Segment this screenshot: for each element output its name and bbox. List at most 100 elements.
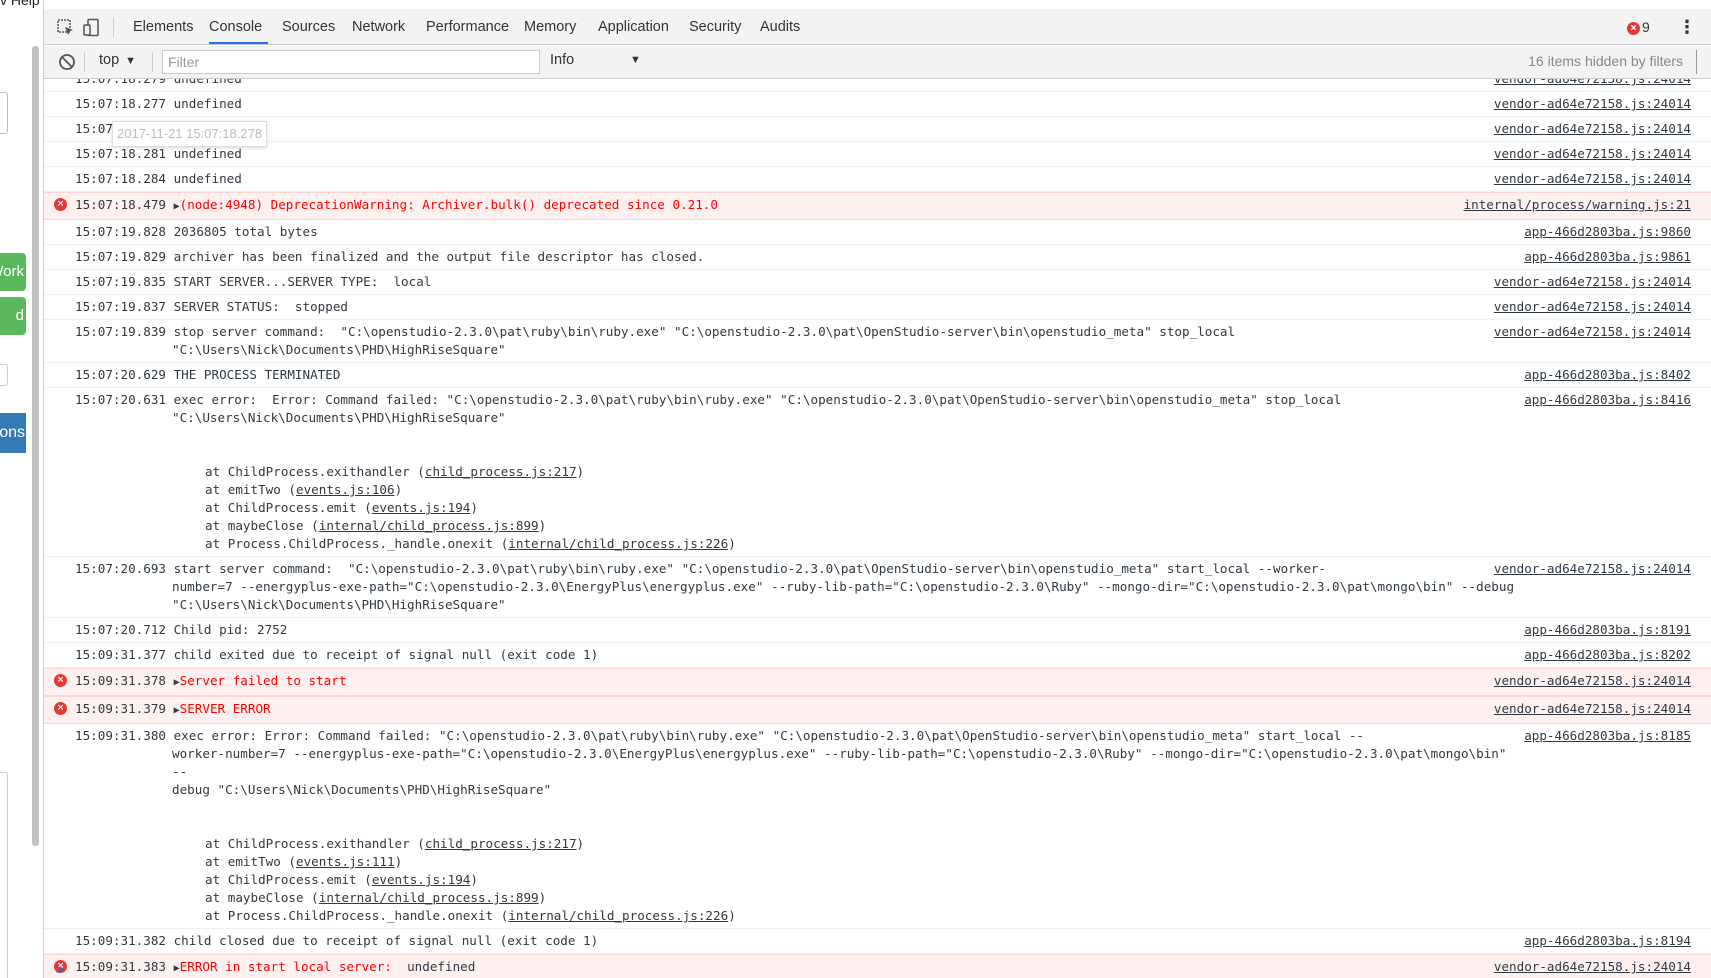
app-scrollbar[interactable] xyxy=(32,46,39,846)
stack-frame-text: at ChildProcess.emit ( xyxy=(205,872,372,887)
filter-input[interactable] xyxy=(162,50,540,74)
stack-frame-close: ) xyxy=(394,482,403,497)
message-timestamp: 15:07:19.829 xyxy=(75,249,166,264)
toolbar-separator xyxy=(113,17,114,37)
console-log-row[interactable]: 15:07:18.284 undefined vendor-ad64e72158.… xyxy=(44,167,1711,192)
console-log-row[interactable]: 15:07:18.277 undefined vendor-ad64e72158.… xyxy=(44,92,1711,117)
source-link[interactable]: vendor-ad64e72158.js:24014 xyxy=(1494,273,1691,291)
tab-elements[interactable]: Elements xyxy=(131,9,195,44)
stack-frame-close: ) xyxy=(728,908,736,923)
tab-sources[interactable]: Sources xyxy=(280,9,337,44)
source-link[interactable]: app-466d2803ba.js:8194 xyxy=(1524,932,1691,950)
app-menu-fragment[interactable]: v Help xyxy=(0,0,40,8)
stack-frame-link[interactable]: internal/child_process.js:226 xyxy=(508,536,728,551)
source-link[interactable]: internal/process/warning.js:21 xyxy=(1464,196,1691,214)
message-continuation: "C:\Users\Nick\Documents\PHD\HighRiseSqu… xyxy=(172,342,506,357)
console-error-row[interactable]: × 15:07:18.479 ▶(node:4948) DeprecationWa… xyxy=(44,192,1711,220)
tab-application[interactable]: Application xyxy=(596,9,671,44)
console-log-row[interactable]: 15:09:31.377 child exited due to receipt… xyxy=(44,643,1711,668)
source-link[interactable]: vendor-ad64e72158.js:24014 xyxy=(1494,958,1691,976)
message-continuation: number=7 --energyplus-exe-path="C:\opens… xyxy=(172,579,1515,612)
stack-frame: at emitTwo (events.js:111) xyxy=(205,853,1521,871)
source-link[interactable]: app-466d2803ba.js:8416 xyxy=(1524,391,1691,409)
console-log-row[interactable]: 15:09:31.382 child closed due to receipt… xyxy=(44,929,1711,954)
source-link[interactable]: vendor-ad64e72158.js:24014 xyxy=(1494,95,1691,113)
source-link[interactable]: vendor-ad64e72158.js:24014 xyxy=(1494,700,1691,718)
message-timestamp: 15:09:31.378 xyxy=(75,673,166,688)
tab-performance[interactable]: Performance xyxy=(424,9,511,44)
device-toolbar-icon[interactable] xyxy=(82,18,102,38)
error-counter[interactable]: × 9 xyxy=(1627,19,1650,35)
context-selector[interactable]: top ▼ xyxy=(99,52,136,68)
tab-network[interactable]: Network xyxy=(350,9,407,44)
console-log-row[interactable]: 15:07:18.279 undefined vendor-ad64e72158.… xyxy=(44,79,1711,92)
source-link[interactable]: vendor-ad64e72158.js:24014 xyxy=(1494,79,1691,88)
stack-frame: at maybeClose (internal/child_process.js… xyxy=(205,889,1521,907)
message-timestamp: 15:07:19.835 xyxy=(75,274,166,289)
message-value: undefined xyxy=(391,959,476,974)
stack-frame-link[interactable]: events.js:106 xyxy=(296,482,395,497)
source-link[interactable]: app-466d2803ba.js:9861 xyxy=(1524,248,1691,266)
source-link[interactable]: app-466d2803ba.js:9860 xyxy=(1524,223,1691,241)
console-log-row[interactable]: 15:07:20.629 THE PROCESS TERMINATED app-4… xyxy=(44,363,1711,388)
console-log-row[interactable]: 15:07:19.837 SERVER STATUS: stopped vendo… xyxy=(44,295,1711,320)
chevron-down-icon: ▼ xyxy=(630,54,641,66)
toolbar-separator xyxy=(84,52,85,72)
console-log-row[interactable]: 15:07:20.631 exec error: Error: Command … xyxy=(44,388,1711,557)
stack-frame-link[interactable]: events.js:194 xyxy=(372,872,471,887)
stack-frame-link[interactable]: events.js:111 xyxy=(296,854,395,869)
tab-memory[interactable]: Memory xyxy=(522,9,578,44)
message-timestamp: 15:07:20.712 xyxy=(75,622,166,637)
stack-trace: at ChildProcess.exithandler (child_proce… xyxy=(75,463,1521,553)
source-link[interactable]: vendor-ad64e72158.js:24014 xyxy=(1494,145,1691,163)
stack-frame-link[interactable]: internal/child_process.js:226 xyxy=(508,908,728,923)
app-input-fragment[interactable] xyxy=(0,92,8,134)
message-timestamp: 15:09:31.382 xyxy=(75,933,166,948)
tab-audits[interactable]: Audits xyxy=(758,9,802,44)
app-d-button[interactable]: d xyxy=(0,297,26,335)
source-link[interactable]: app-466d2803ba.js:8202 xyxy=(1524,646,1691,664)
source-link[interactable]: vendor-ad64e72158.js:24014 xyxy=(1494,323,1691,341)
source-link[interactable]: vendor-ad64e72158.js:24014 xyxy=(1494,170,1691,188)
app-work-button[interactable]: Work xyxy=(0,253,26,291)
console-log-row[interactable]: 15:09:31.380 exec error: Error: Command … xyxy=(44,724,1711,929)
console-log-row[interactable]: 15:07:18.281 undefined vendor-ad64e72158.… xyxy=(44,142,1711,167)
app-small-box xyxy=(0,364,8,386)
console-log-row[interactable]: 15:07:18.278 undefinedvendor-ad64e72158.… xyxy=(44,117,1711,142)
more-options-icon[interactable]: ⋮ xyxy=(1678,17,1696,39)
console-error-row[interactable]: × 15:09:31.383 ▶ERROR in start local serv… xyxy=(44,954,1711,978)
source-link[interactable]: vendor-ad64e72158.js:24014 xyxy=(1494,298,1691,316)
chevron-down-icon: ▼ xyxy=(125,55,137,67)
stack-frame-link[interactable]: internal/child_process.js:899 xyxy=(319,518,539,533)
stack-frame-link[interactable]: internal/child_process.js:899 xyxy=(319,890,539,905)
console-log-row[interactable]: 15:07:20.693 start server command: "C:\o… xyxy=(44,557,1711,618)
tab-console[interactable]: Console xyxy=(209,9,268,44)
source-link[interactable]: vendor-ad64e72158.js:24014 xyxy=(1494,120,1691,138)
console-log-row[interactable]: 15:07:20.712 Child pid: 2752 app-466d2803… xyxy=(44,618,1711,643)
tab-security[interactable]: Security xyxy=(687,9,743,44)
console-prompt-icon[interactable]: > xyxy=(56,962,64,978)
message-timestamp: 15:07:18.277 xyxy=(75,96,166,111)
console-log-row[interactable]: 15:07:19.835 START SERVER...SERVER TYPE:… xyxy=(44,270,1711,295)
source-link[interactable]: app-466d2803ba.js:8402 xyxy=(1524,366,1691,384)
stack-frame-link[interactable]: child_process.js:217 xyxy=(425,836,577,851)
console-log-row[interactable]: 15:07:19.839 stop server command: "C:\op… xyxy=(44,320,1711,363)
source-link[interactable]: vendor-ad64e72158.js:24014 xyxy=(1494,560,1691,578)
devtools-tabbar: × 9 ⋮ Elements Console Sources Network Perfor… xyxy=(44,9,1711,45)
clear-console-icon[interactable] xyxy=(58,53,76,71)
settings-icon[interactable] xyxy=(1696,50,1698,74)
inspect-element-icon[interactable] xyxy=(56,18,76,38)
console-error-row[interactable]: × 15:09:31.379 ▶SERVER ERROR vendor-ad64e7… xyxy=(44,696,1711,724)
log-level-selector[interactable]: Info ▼ xyxy=(550,52,650,68)
stack-frame-link[interactable]: events.js:194 xyxy=(372,500,471,515)
message-text: exec error: Error: Command failed: "C:\o… xyxy=(173,392,1342,407)
app-ions-button[interactable]: ions xyxy=(0,413,26,453)
console-error-row[interactable]: × 15:09:31.378 ▶Server failed to start ven… xyxy=(44,668,1711,696)
stack-frame-text: at maybeClose ( xyxy=(205,518,319,533)
source-link[interactable]: app-466d2803ba.js:8191 xyxy=(1524,621,1691,639)
source-link[interactable]: app-466d2803ba.js:8185 xyxy=(1524,727,1691,745)
source-link[interactable]: vendor-ad64e72158.js:24014 xyxy=(1494,672,1691,690)
stack-frame-link[interactable]: child_process.js:217 xyxy=(425,464,577,479)
console-log-row[interactable]: 15:07:19.828 2036805 total bytes app-466d… xyxy=(44,220,1711,245)
console-log-row[interactable]: 15:07:19.829 archiver has been finalized… xyxy=(44,245,1711,270)
